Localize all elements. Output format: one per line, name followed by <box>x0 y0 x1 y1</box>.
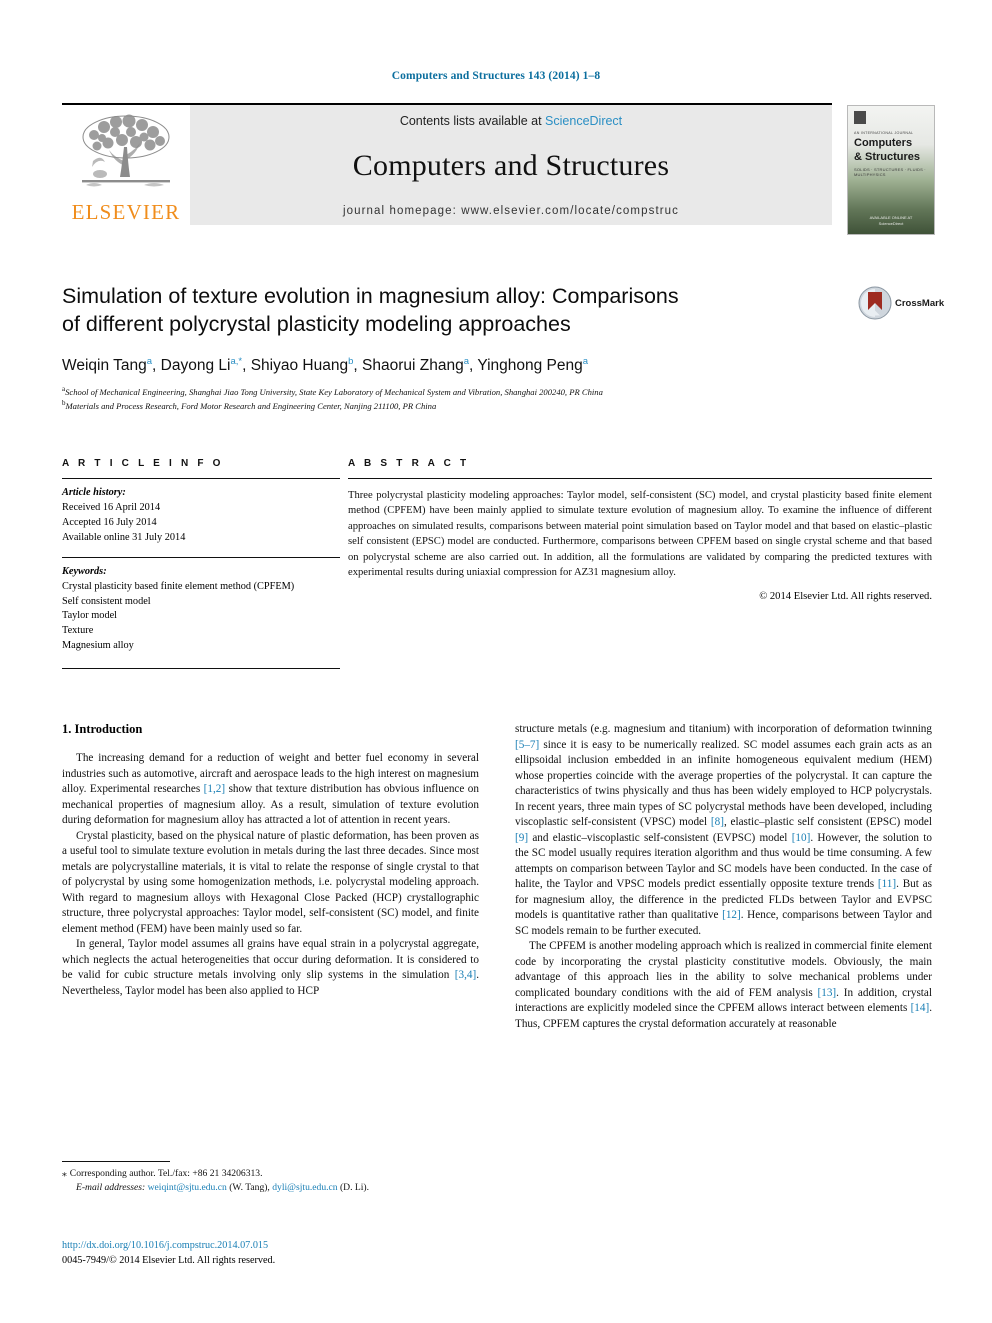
author-affil-marker: a <box>146 356 153 368</box>
email-link-2[interactable]: dyli@sjtu.edu.cn <box>272 1182 337 1193</box>
abstract-column: A B S T R A C T Three polycrystal plasti… <box>348 458 932 669</box>
journal-homepage[interactable]: journal homepage: www.elsevier.com/locat… <box>190 205 832 217</box>
paragraph: structure metals (e.g. magnesium and tit… <box>515 723 932 937</box>
author-list: Weiqin Tanga, Dayong Lia,*, Shiyao Huang… <box>62 356 589 375</box>
body-column-left: 1. Introduction The increasing demand fo… <box>62 722 479 1032</box>
issn-copyright: 0045-7949/© 2014 Elsevier Ltd. All right… <box>62 1255 276 1267</box>
footnote-block: ⁎ Corresponding author. Tel./fax: +86 21 … <box>62 1161 479 1196</box>
journal-band: Contents lists available at ScienceDirec… <box>190 105 832 225</box>
corresponding-author-note: ⁎ Corresponding author. Tel./fax: +86 21 … <box>62 1167 479 1181</box>
journal-masthead: ELSEVIER Contents lists available at Sci… <box>62 103 832 225</box>
email-owner-1: (W. Tang), <box>229 1182 270 1194</box>
paragraph: Crystal plasticity, based on the physica… <box>62 829 479 935</box>
history-item: Received 16 April 2014 <box>62 501 161 513</box>
corresponding-author-text: Corresponding author. Tel./fax: +86 21 3… <box>69 1168 263 1179</box>
article-info-column: A R T I C L E I N F O Article history: R… <box>62 458 340 670</box>
divider <box>62 668 340 670</box>
cover-footer: AVAILABLE ONLINE AT ScienceDirect <box>848 215 934 227</box>
article-info-heading: A R T I C L E I N F O <box>62 458 224 469</box>
author-affil-marker: b <box>348 356 354 368</box>
journal-cover-thumbnail: AN INTERNATIONAL JOURNAL Computers & Str… <box>847 105 935 235</box>
divider <box>62 478 340 479</box>
article-history: Article history: Received 16 April 2014 … <box>62 486 340 546</box>
page-title: Simulation of texture evolution in magne… <box>62 283 842 338</box>
contents-available-line: Contents lists available at ScienceDirec… <box>190 114 832 128</box>
sciencedirect-link[interactable]: ScienceDirect <box>545 114 622 128</box>
imprint-block: http://dx.doi.org/10.1016/j.compstruc.20… <box>62 1238 275 1269</box>
affiliation-a: aSchool of Mechanical Engineering, Shang… <box>62 385 842 398</box>
citation-ref[interactable]: [13] <box>818 987 837 999</box>
citation-ref[interactable]: [1,2] <box>204 783 225 795</box>
history-item: Accepted 16 July 2014 <box>62 516 157 528</box>
crossmark-icon <box>858 286 892 320</box>
keyword-item: Texture <box>62 625 94 637</box>
citation-ref[interactable]: [5–7] <box>515 739 539 751</box>
citation-ref[interactable]: [9] <box>515 832 528 844</box>
divider <box>348 478 932 479</box>
affiliation-a-text: School of Mechanical Engineering, Shangh… <box>65 387 603 398</box>
history-item: Available online 31 July 2014 <box>62 531 186 543</box>
crossmark-label: CrossMark <box>895 297 945 309</box>
keywords-label: Keywords: <box>62 565 107 577</box>
email-addresses-note: E-mail addresses: weiqint@sjtu.edu.cn (W… <box>62 1181 479 1195</box>
divider <box>62 556 340 558</box>
author-affil-marker: a <box>463 356 469 368</box>
cover-title-line1: Computers <box>854 137 913 149</box>
body-columns: 1. Introduction The increasing demand fo… <box>62 722 932 1032</box>
email-label: E-mail addresses: <box>76 1182 146 1194</box>
running-head: Computers and Structures 143 (2014) 1–8 <box>391 70 601 82</box>
citation-ref[interactable]: [3,4] <box>455 969 476 981</box>
elsevier-tree-icon <box>82 114 170 187</box>
cover-publisher-icon <box>854 111 866 124</box>
author-affil-marker: a,* <box>230 356 243 368</box>
title-line-2: of different polycrystal plasticity mode… <box>62 311 571 336</box>
cover-footer-line2: ScienceDirect <box>878 221 904 226</box>
paper-page: Computers and Structures 143 (2014) 1–8 <box>0 0 992 1323</box>
cover-subtitle: AN INTERNATIONAL JOURNAL <box>854 131 914 135</box>
abstract-copyright: © 2014 Elsevier Ltd. All rights reserved… <box>759 590 932 602</box>
abstract-body: Three polycrystal plasticity modeling ap… <box>348 490 932 579</box>
citation-ref[interactable]: [10] <box>792 832 811 844</box>
contents-prefix: Contents lists available at <box>399 114 546 128</box>
author-affil-marker: a <box>582 356 589 368</box>
cover-title-line2: & Structures <box>854 151 921 164</box>
article-title-block: Simulation of texture evolution in magne… <box>62 283 842 412</box>
email-link-1[interactable]: weiqint@sjtu.edu.cn <box>148 1182 227 1193</box>
footnote-divider <box>62 1161 170 1162</box>
keyword-item: Magnesium alloy <box>62 640 134 652</box>
paragraph: The CPFEM is another modeling approach w… <box>515 940 932 1030</box>
keyword-item: Taylor model <box>62 610 118 622</box>
keyword-item: Self consistent model <box>62 595 151 607</box>
affiliation-b: bMaterials and Process Research, Ford Mo… <box>62 399 842 412</box>
journal-title: Computers and Structures <box>352 148 670 182</box>
affiliation-b-text: Materials and Process Research, Ford Mot… <box>65 401 437 412</box>
body-column-right: structure metals (e.g. magnesium and tit… <box>515 722 932 1032</box>
section-title-introduction: 1. Introduction <box>62 722 143 736</box>
elsevier-logo: ELSEVIER <box>62 105 190 225</box>
citation-ref[interactable]: [11] <box>878 878 896 890</box>
elsevier-wordmark: ELSEVIER <box>71 200 181 224</box>
paragraph: The increasing demand for a reduction of… <box>62 752 479 827</box>
doi-link[interactable]: http://dx.doi.org/10.1016/j.compstruc.20… <box>62 1238 275 1253</box>
title-line-1: Simulation of texture evolution in magne… <box>62 284 679 308</box>
crossmark-badge[interactable]: CrossMark <box>858 286 944 320</box>
keyword-item: Crystal plasticity based finite element … <box>62 580 295 592</box>
citation-ref[interactable]: [12] <box>722 909 741 921</box>
citation-ref[interactable]: [14] <box>911 1002 930 1014</box>
asterisk-icon: ⁎ <box>62 1168 67 1179</box>
info-abstract-row: A R T I C L E I N F O Article history: R… <box>62 458 932 670</box>
cover-scope-line: SOLIDS · STRUCTURES · FLUIDS · MULTIPHYS… <box>854 166 926 177</box>
keywords-block: Keywords: Crystal plasticity based finit… <box>62 565 340 655</box>
article-history-label: Article history: <box>62 487 126 498</box>
abstract-heading: A B S T R A C T <box>348 458 470 469</box>
citation-ref[interactable]: [8] <box>711 816 724 828</box>
paragraph: In general, Taylor model assumes all gra… <box>62 938 479 997</box>
email-owner-2: (D. Li). <box>339 1182 370 1194</box>
